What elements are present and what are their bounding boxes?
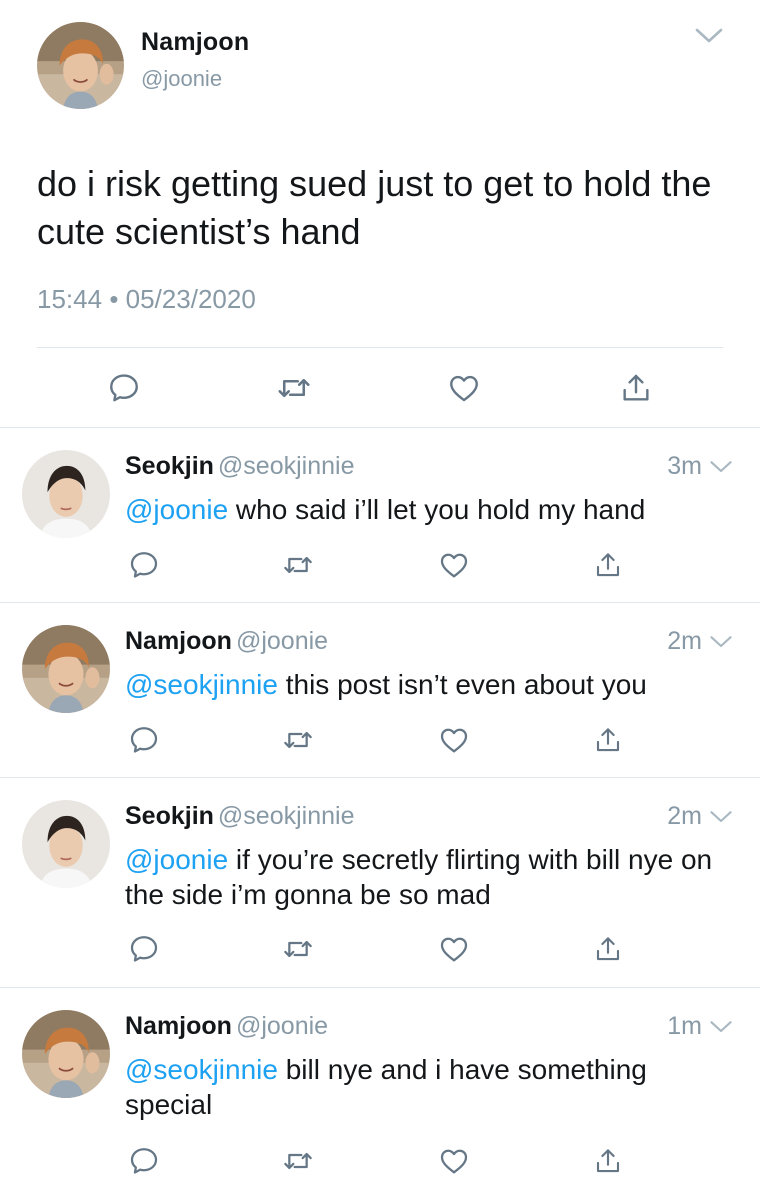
- mention-link[interactable]: @seokjinnie: [125, 669, 278, 700]
- reply-button[interactable]: [126, 931, 162, 967]
- reply-body: this post isn’t even about you: [277, 669, 647, 700]
- reply-button[interactable]: [104, 368, 144, 408]
- retweet-icon: [282, 933, 314, 965]
- author-handle[interactable]: @seokjinnie: [218, 452, 355, 480]
- chevron-down-icon[interactable]: [708, 809, 734, 825]
- retweet-button[interactable]: [280, 547, 316, 583]
- share-button[interactable]: [616, 368, 656, 408]
- author-name[interactable]: Namjoon: [125, 627, 232, 655]
- share-icon: [619, 371, 653, 405]
- like-button[interactable]: [444, 368, 484, 408]
- author-handle[interactable]: @joonie: [236, 627, 328, 655]
- share-button[interactable]: [590, 1143, 626, 1179]
- like-button[interactable]: [436, 931, 472, 967]
- reply-icon: [128, 724, 160, 756]
- retweet-button[interactable]: [274, 368, 314, 408]
- author-name[interactable]: Namjoon: [141, 28, 249, 57]
- mention-link[interactable]: @joonie: [125, 844, 228, 875]
- reply-icon: [128, 549, 160, 581]
- relative-time: 1m: [667, 1012, 702, 1040]
- like-button[interactable]: [436, 547, 472, 583]
- tweet-timestamp: 15:44 • 05/23/2020: [37, 284, 256, 315]
- reply-text: @joonie who said i’ll let you hold my ha…: [125, 492, 735, 527]
- mention-link[interactable]: @joonie: [125, 494, 228, 525]
- chevron-down-icon[interactable]: [708, 1019, 734, 1035]
- like-button[interactable]: [436, 722, 472, 758]
- relative-time: 2m: [667, 802, 702, 830]
- retweet-icon: [276, 370, 312, 406]
- divider: [37, 347, 723, 348]
- author-handle[interactable]: @joonie: [236, 1012, 328, 1040]
- separator-dot: •: [109, 284, 119, 314]
- reply-icon: [128, 933, 160, 965]
- reply-tweet[interactable]: Seokjin @seokjinnie 3m @joonie who said i…: [0, 428, 760, 603]
- like-button[interactable]: [436, 1143, 472, 1179]
- author-name[interactable]: Seokjin: [125, 802, 214, 830]
- avatar[interactable]: [22, 450, 110, 538]
- reply-tweet[interactable]: Namjoon @joonie 1m @seokjinnie bill nye a…: [0, 988, 760, 1200]
- reply-header: Seokjin @seokjinnie: [125, 452, 354, 481]
- share-icon: [593, 725, 623, 755]
- relative-time: 2m: [667, 627, 702, 655]
- retweet-button[interactable]: [280, 931, 316, 967]
- heart-icon: [438, 724, 470, 756]
- share-icon: [593, 934, 623, 964]
- reply-text: @seokjinnie this post isn’t even about y…: [125, 667, 735, 702]
- avatar[interactable]: [22, 625, 110, 713]
- heart-icon: [438, 549, 470, 581]
- retweet-button[interactable]: [280, 1143, 316, 1179]
- heart-icon: [447, 371, 481, 405]
- reply-icon: [107, 371, 141, 405]
- author-name[interactable]: Seokjin: [125, 452, 214, 480]
- reply-text: @seokjinnie bill nye and i have somethin…: [125, 1052, 735, 1122]
- reply-button[interactable]: [126, 547, 162, 583]
- share-button[interactable]: [590, 722, 626, 758]
- reply-body: who said i’ll let you hold my hand: [228, 494, 646, 525]
- author-handle[interactable]: @seokjinnie: [218, 802, 355, 830]
- reply-header: Namjoon @joonie: [125, 1012, 328, 1041]
- author-name[interactable]: Namjoon: [125, 1012, 232, 1040]
- reply-button[interactable]: [126, 722, 162, 758]
- tweet-date: 05/23/2020: [125, 284, 256, 314]
- mention-link[interactable]: @seokjinnie: [125, 1054, 278, 1085]
- avatar[interactable]: [22, 800, 110, 888]
- reply-tweet[interactable]: Seokjin @seokjinnie 2m @joonie if you’re …: [0, 778, 760, 988]
- tweet-text: do i risk getting sued just to get to ho…: [37, 163, 712, 252]
- chevron-down-icon[interactable]: [708, 634, 734, 650]
- retweet-icon: [282, 724, 314, 756]
- share-button[interactable]: [590, 931, 626, 967]
- avatar[interactable]: [37, 22, 124, 109]
- main-tweet: Namjoon @joonie do i risk getting sued j…: [0, 0, 760, 428]
- retweet-icon: [282, 549, 314, 581]
- reply-button[interactable]: [126, 1143, 162, 1179]
- author-handle[interactable]: @joonie: [141, 66, 222, 92]
- chevron-down-icon[interactable]: [694, 26, 724, 46]
- share-icon: [593, 550, 623, 580]
- heart-icon: [438, 933, 470, 965]
- reply-tweet[interactable]: Namjoon @joonie 2m @seokjinnie this post …: [0, 603, 760, 778]
- heart-icon: [438, 1145, 470, 1177]
- retweet-icon: [282, 1145, 314, 1177]
- reply-icon: [128, 1145, 160, 1177]
- share-button[interactable]: [590, 547, 626, 583]
- share-icon: [593, 1146, 623, 1176]
- reply-header: Seokjin @seokjinnie: [125, 802, 354, 831]
- retweet-button[interactable]: [280, 722, 316, 758]
- reply-text: @joonie if you’re secretly flirting with…: [125, 842, 735, 912]
- avatar[interactable]: [22, 1010, 110, 1098]
- relative-time: 3m: [667, 452, 702, 480]
- chevron-down-icon[interactable]: [708, 459, 734, 475]
- reply-header: Namjoon @joonie: [125, 627, 328, 656]
- tweet-time: 15:44: [37, 284, 103, 314]
